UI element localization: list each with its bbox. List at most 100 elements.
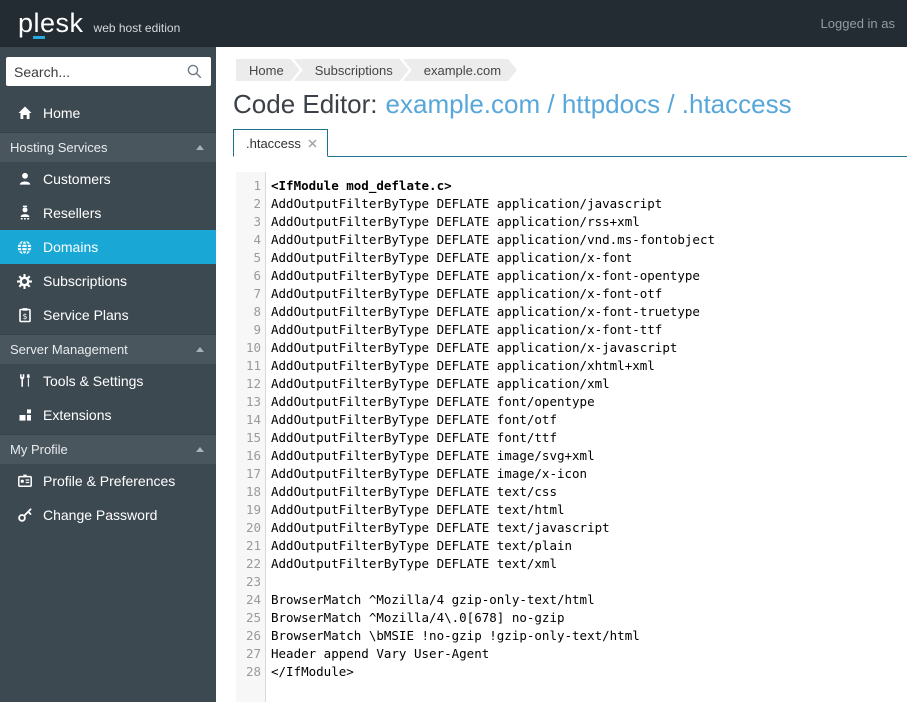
sidebar-item-change-password[interactable]: Change Password <box>0 498 216 532</box>
code-line: AddOutputFilterByType DEFLATE applicatio… <box>271 196 663 211</box>
line-number: 20 <box>245 520 261 535</box>
sidebar-item-profile-preferences[interactable]: Profile & Preferences <box>0 464 216 498</box>
blocks-icon <box>16 407 33 424</box>
sidebar-item-label: Customers <box>43 171 111 187</box>
sidebar-item-subscriptions[interactable]: Subscriptions <box>0 264 216 298</box>
plesk-logo-text: plesk <box>18 8 84 38</box>
sidebar-item-label: Profile & Preferences <box>43 473 176 489</box>
svg-text:$: $ <box>22 312 27 321</box>
line-number: 22 <box>245 556 261 571</box>
search-icon[interactable] <box>186 63 203 80</box>
line-number: 18 <box>245 484 261 499</box>
line-number: 27 <box>245 646 261 661</box>
code-line: AddOutputFilterByType DEFLATE text/javas… <box>271 520 610 535</box>
line-number-gutter: 1 2 3 4 5 6 7 8 9 10 11 12 13 14 15 16 17 18 19 20 21 22 23 24 2… <box>236 172 266 702</box>
sidebar-section-label: My Profile <box>10 442 68 457</box>
code-line: AddOutputFilterByType DEFLATE text/html <box>271 502 565 517</box>
plesk-logo[interactable]: plesk <box>18 8 84 39</box>
search-box <box>6 57 211 86</box>
sidebar-item-service-plans[interactable]: $ Service Plans <box>0 298 216 332</box>
search-input[interactable] <box>14 63 180 80</box>
sidebar-item-resellers[interactable]: Resellers <box>0 196 216 230</box>
page-title-prefix: Code Editor: <box>233 89 378 119</box>
line-number: 25 <box>245 610 261 625</box>
line-number: 12 <box>245 376 261 391</box>
logged-in-status: Logged in as <box>820 16 895 31</box>
code-line: AddOutputFilterByType DEFLATE font/ttf <box>271 430 557 445</box>
line-number: 10 <box>245 340 261 355</box>
code-line: AddOutputFilterByType DEFLATE font/otf <box>271 412 557 427</box>
line-number: 3 <box>253 214 261 229</box>
person-badge-icon <box>16 205 33 222</box>
sidebar-item-label: Subscriptions <box>43 273 128 289</box>
key-icon <box>16 507 33 524</box>
line-number: 23 <box>245 574 261 589</box>
code-content: <IfModule mod_deflate.c> AddOutputFilterB… <box>266 172 715 702</box>
person-icon <box>16 171 33 188</box>
sidebar-item-label: Service Plans <box>43 307 129 323</box>
code-line: AddOutputFilterByType DEFLATE text/xml <box>271 556 557 571</box>
sidebar-section-my-profile[interactable]: My Profile <box>0 434 216 464</box>
sidebar-section-hosting-services[interactable]: Hosting Services <box>0 132 216 162</box>
breadcrumb-item-home[interactable]: Home <box>236 59 300 81</box>
sidebar-item-customers[interactable]: Customers <box>0 162 216 196</box>
line-number: 4 <box>253 232 261 247</box>
code-line: AddOutputFilterByType DEFLATE text/css <box>271 484 557 499</box>
code-line: BrowserMatch ^Mozilla/4 gzip-only-text/h… <box>271 592 595 607</box>
main-content: Home Subscriptions example.com Code Edit… <box>216 47 907 702</box>
code-line: AddOutputFilterByType DEFLATE text/plain <box>271 538 573 553</box>
sidebar-section-server-management[interactable]: Server Management <box>0 334 216 364</box>
code-line: <IfModule mod_deflate.c> <box>271 178 452 193</box>
sidebar-item-label: Tools & Settings <box>43 373 144 389</box>
code-line: AddOutputFilterByType DEFLATE applicatio… <box>271 286 663 301</box>
sidebar-item-domains[interactable]: Domains <box>0 230 216 264</box>
sidebar-item-tools-settings[interactable]: Tools & Settings <box>0 364 216 398</box>
sidebar-item-extensions[interactable]: Extensions <box>0 398 216 432</box>
sidebar-nav: Home Hosting Services Customers Resellers Do… <box>0 96 216 532</box>
line-number: 1 <box>253 178 261 193</box>
code-line: </IfModule> <box>271 664 354 679</box>
sidebar-item-label: Domains <box>43 239 99 255</box>
line-number: 14 <box>245 412 261 427</box>
chevron-up-icon <box>196 447 204 452</box>
sidebar-item-label: Resellers <box>43 205 102 221</box>
tab-htaccess[interactable]: .htaccess <box>233 129 328 157</box>
chevron-up-icon <box>196 347 204 352</box>
logo-accent-bar <box>33 36 45 39</box>
line-number: 16 <box>245 448 261 463</box>
sidebar-item-label: Change Password <box>43 507 158 523</box>
tools-icon <box>16 373 33 390</box>
id-card-icon <box>16 473 33 490</box>
line-number: 13 <box>245 394 261 409</box>
line-number: 19 <box>245 502 261 517</box>
code-line: BrowserMatch \bMSIE !no-gzip !gzip-only-… <box>271 628 640 643</box>
line-number: 5 <box>253 250 261 265</box>
code-line: AddOutputFilterByType DEFLATE applicatio… <box>271 322 663 337</box>
code-line: AddOutputFilterByType DEFLATE image/x-ic… <box>271 466 588 481</box>
page-title: Code Editor: example.com / httpdocs / .ht… <box>233 89 907 119</box>
sidebar-section-label: Server Management <box>10 342 128 357</box>
breadcrumb-item-domain[interactable]: example.com <box>403 59 517 81</box>
code-line: AddOutputFilterByType DEFLATE applicatio… <box>271 358 655 373</box>
code-line: AddOutputFilterByType DEFLATE applicatio… <box>271 304 700 319</box>
code-line: AddOutputFilterByType DEFLATE applicatio… <box>271 250 633 265</box>
globe-icon <box>16 239 33 256</box>
line-number: 17 <box>245 466 261 481</box>
line-number: 2 <box>253 196 261 211</box>
line-number: 8 <box>253 304 261 319</box>
line-number: 9 <box>253 322 261 337</box>
sidebar-item-home[interactable]: Home <box>0 96 216 130</box>
line-number: 26 <box>245 628 261 643</box>
sidebar-item-label: Extensions <box>43 407 112 423</box>
code-line: AddOutputFilterByType DEFLATE applicatio… <box>271 214 640 229</box>
title-path-link[interactable]: example.com / httpdocs / .htaccess <box>386 89 792 119</box>
line-number: 24 <box>245 592 261 607</box>
breadcrumb-item-subscriptions[interactable]: Subscriptions <box>294 59 409 81</box>
code-line: AddOutputFilterByType DEFLATE applicatio… <box>271 232 716 247</box>
tab-close-icon[interactable] <box>308 138 317 148</box>
tab-bar: .htaccess <box>233 129 907 157</box>
code-editor[interactable]: 1 2 3 4 5 6 7 8 9 10 11 12 13 14 15 16 17 18 19 20 21 22 23 24 2… <box>236 172 907 702</box>
line-number: 11 <box>245 358 261 373</box>
breadcrumb: Home Subscriptions example.com <box>236 59 907 81</box>
chevron-up-icon <box>196 145 204 150</box>
